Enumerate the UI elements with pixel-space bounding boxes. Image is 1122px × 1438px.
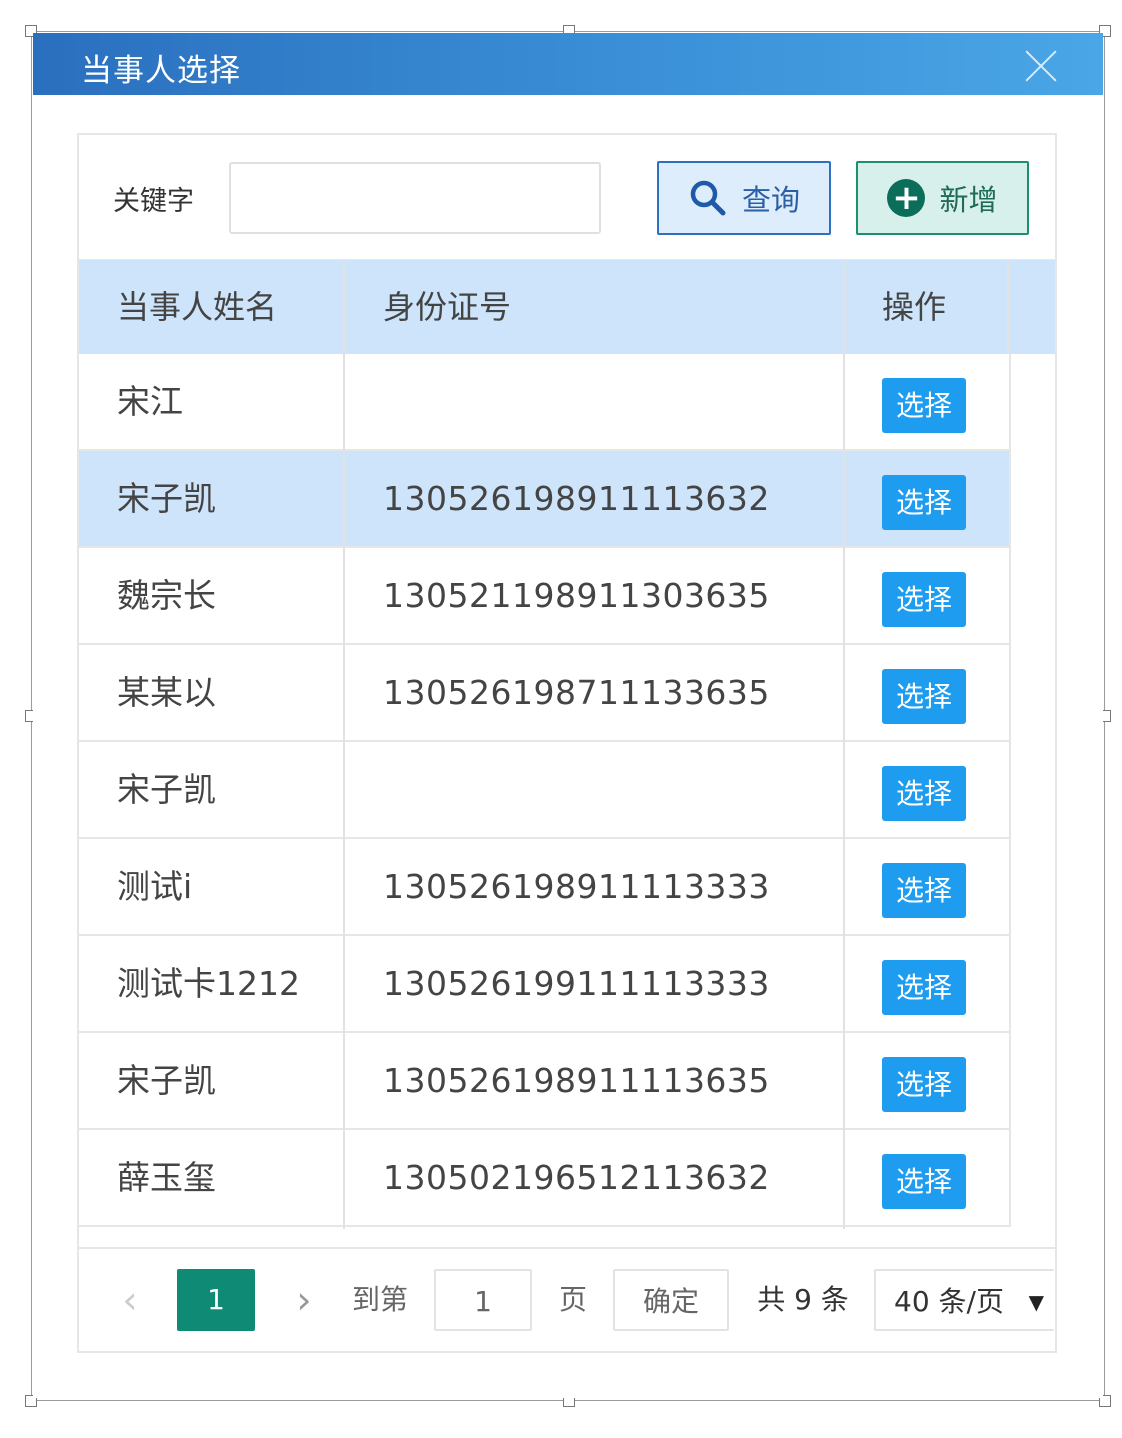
- goto-label: 到第: [351, 1283, 408, 1316]
- table-row[interactable]: 宋子凯 130526198911113632 选择: [79, 451, 1009, 548]
- prev-page-icon[interactable]: ‹: [115, 1269, 145, 1331]
- party-name-cell: 薛玉玺: [117, 1158, 216, 1197]
- party-name-cell: 宋子凯: [117, 479, 216, 518]
- select-button[interactable]: 选择: [882, 572, 966, 627]
- id-number-cell: 130526198711133635: [383, 673, 770, 712]
- table-scroll-gutter: [1009, 354, 1055, 1227]
- total-count: 共 9 条: [757, 1283, 849, 1316]
- select-button[interactable]: 选择: [882, 960, 966, 1015]
- select-button[interactable]: 选择: [882, 669, 966, 724]
- search-icon: [690, 180, 726, 216]
- id-number-cell: 130526198911113632: [383, 479, 770, 518]
- select-button[interactable]: 选择: [882, 766, 966, 821]
- table-header: 当事人姓名 身份证号 操作: [79, 259, 1055, 355]
- table-row[interactable]: 宋江 选择: [79, 354, 1009, 451]
- table-row[interactable]: 某某以 130526198711133635 选择: [79, 645, 1009, 742]
- party-name-cell: 宋子凯: [117, 770, 216, 809]
- dialog-titlebar[interactable]: 当事人选择: [33, 33, 1103, 95]
- current-page-button[interactable]: 1: [177, 1269, 255, 1331]
- party-name-cell: 宋子凯: [117, 1061, 216, 1100]
- page-size-value: 40 条/页: [894, 1285, 1004, 1318]
- goto-confirm-button[interactable]: 确定: [613, 1269, 729, 1331]
- table-row[interactable]: 薛玉玺 130502196512113632 选择: [79, 1130, 1009, 1227]
- table-row[interactable]: 宋子凯 选择: [79, 742, 1009, 839]
- plus-circle-icon: +: [887, 179, 926, 217]
- party-name-cell: 魏宗长: [117, 576, 216, 615]
- select-button[interactable]: 选择: [882, 378, 966, 433]
- column-header-name: 当事人姓名: [117, 288, 278, 326]
- select-button[interactable]: 选择: [882, 863, 966, 918]
- column-divider: [343, 259, 345, 1229]
- dropdown-caret-icon: ▼: [1028, 1290, 1044, 1314]
- next-page-icon[interactable]: ›: [289, 1269, 319, 1331]
- table-row[interactable]: 测试i 130526198911113333 选择: [79, 839, 1009, 936]
- search-bar: 关键字 查询 + 新增: [79, 135, 1055, 259]
- pagination: ‹ 1 › 到第 1 页 确定 共 9 条 40 条/页 ▼: [79, 1247, 1055, 1353]
- page-size-select[interactable]: 40 条/页 ▼: [874, 1269, 1054, 1331]
- page-label: 页: [558, 1283, 587, 1316]
- party-name-cell: 宋江: [117, 382, 183, 421]
- party-name-cell: 测试i: [117, 867, 193, 906]
- add-button[interactable]: + 新增: [856, 161, 1029, 235]
- id-number-cell: 130521198911303635: [383, 576, 770, 615]
- table-row[interactable]: 宋子凯 130526198911113635 选择: [79, 1033, 1009, 1130]
- table-row[interactable]: 魏宗长 130521198911303635 选择: [79, 548, 1009, 645]
- content-panel: 关键字 查询 + 新增 当事人姓名 身份证号 操作 宋江 选择 宋子凯 1305261…: [77, 133, 1057, 1353]
- page-number-input[interactable]: 1: [434, 1269, 532, 1331]
- select-button[interactable]: 选择: [882, 1154, 966, 1209]
- keyword-label: 关键字: [113, 186, 194, 217]
- column-divider: [843, 259, 845, 1229]
- query-button-label: 查询: [741, 183, 800, 217]
- add-button-label: 新增: [939, 183, 998, 217]
- table-row[interactable]: 测试卡1212 130526199111113333 选择: [79, 936, 1009, 1033]
- id-number-cell: 130502196512113632: [383, 1158, 770, 1197]
- keyword-input[interactable]: [229, 162, 601, 234]
- party-name-cell: 测试卡1212: [117, 964, 300, 1003]
- column-header-action: 操作: [882, 288, 947, 326]
- party-name-cell: 某某以: [117, 673, 216, 712]
- column-divider: [1007, 259, 1009, 354]
- id-number-cell: 130526198911113635: [383, 1061, 770, 1100]
- dialog-title: 当事人选择: [81, 53, 241, 89]
- select-button[interactable]: 选择: [882, 1057, 966, 1112]
- id-number-cell: 130526198911113333: [383, 867, 770, 906]
- query-button[interactable]: 查询: [657, 161, 831, 235]
- id-number-cell: 130526199111113333: [383, 964, 770, 1003]
- column-header-id: 身份证号: [383, 288, 512, 326]
- party-select-dialog: 当事人选择 关键字 查询 + 新增 当事人姓名 身份证号 操作 宋江 选择 宋子…: [33, 33, 1103, 1398]
- close-icon[interactable]: [1023, 47, 1059, 83]
- select-button[interactable]: 选择: [882, 475, 966, 530]
